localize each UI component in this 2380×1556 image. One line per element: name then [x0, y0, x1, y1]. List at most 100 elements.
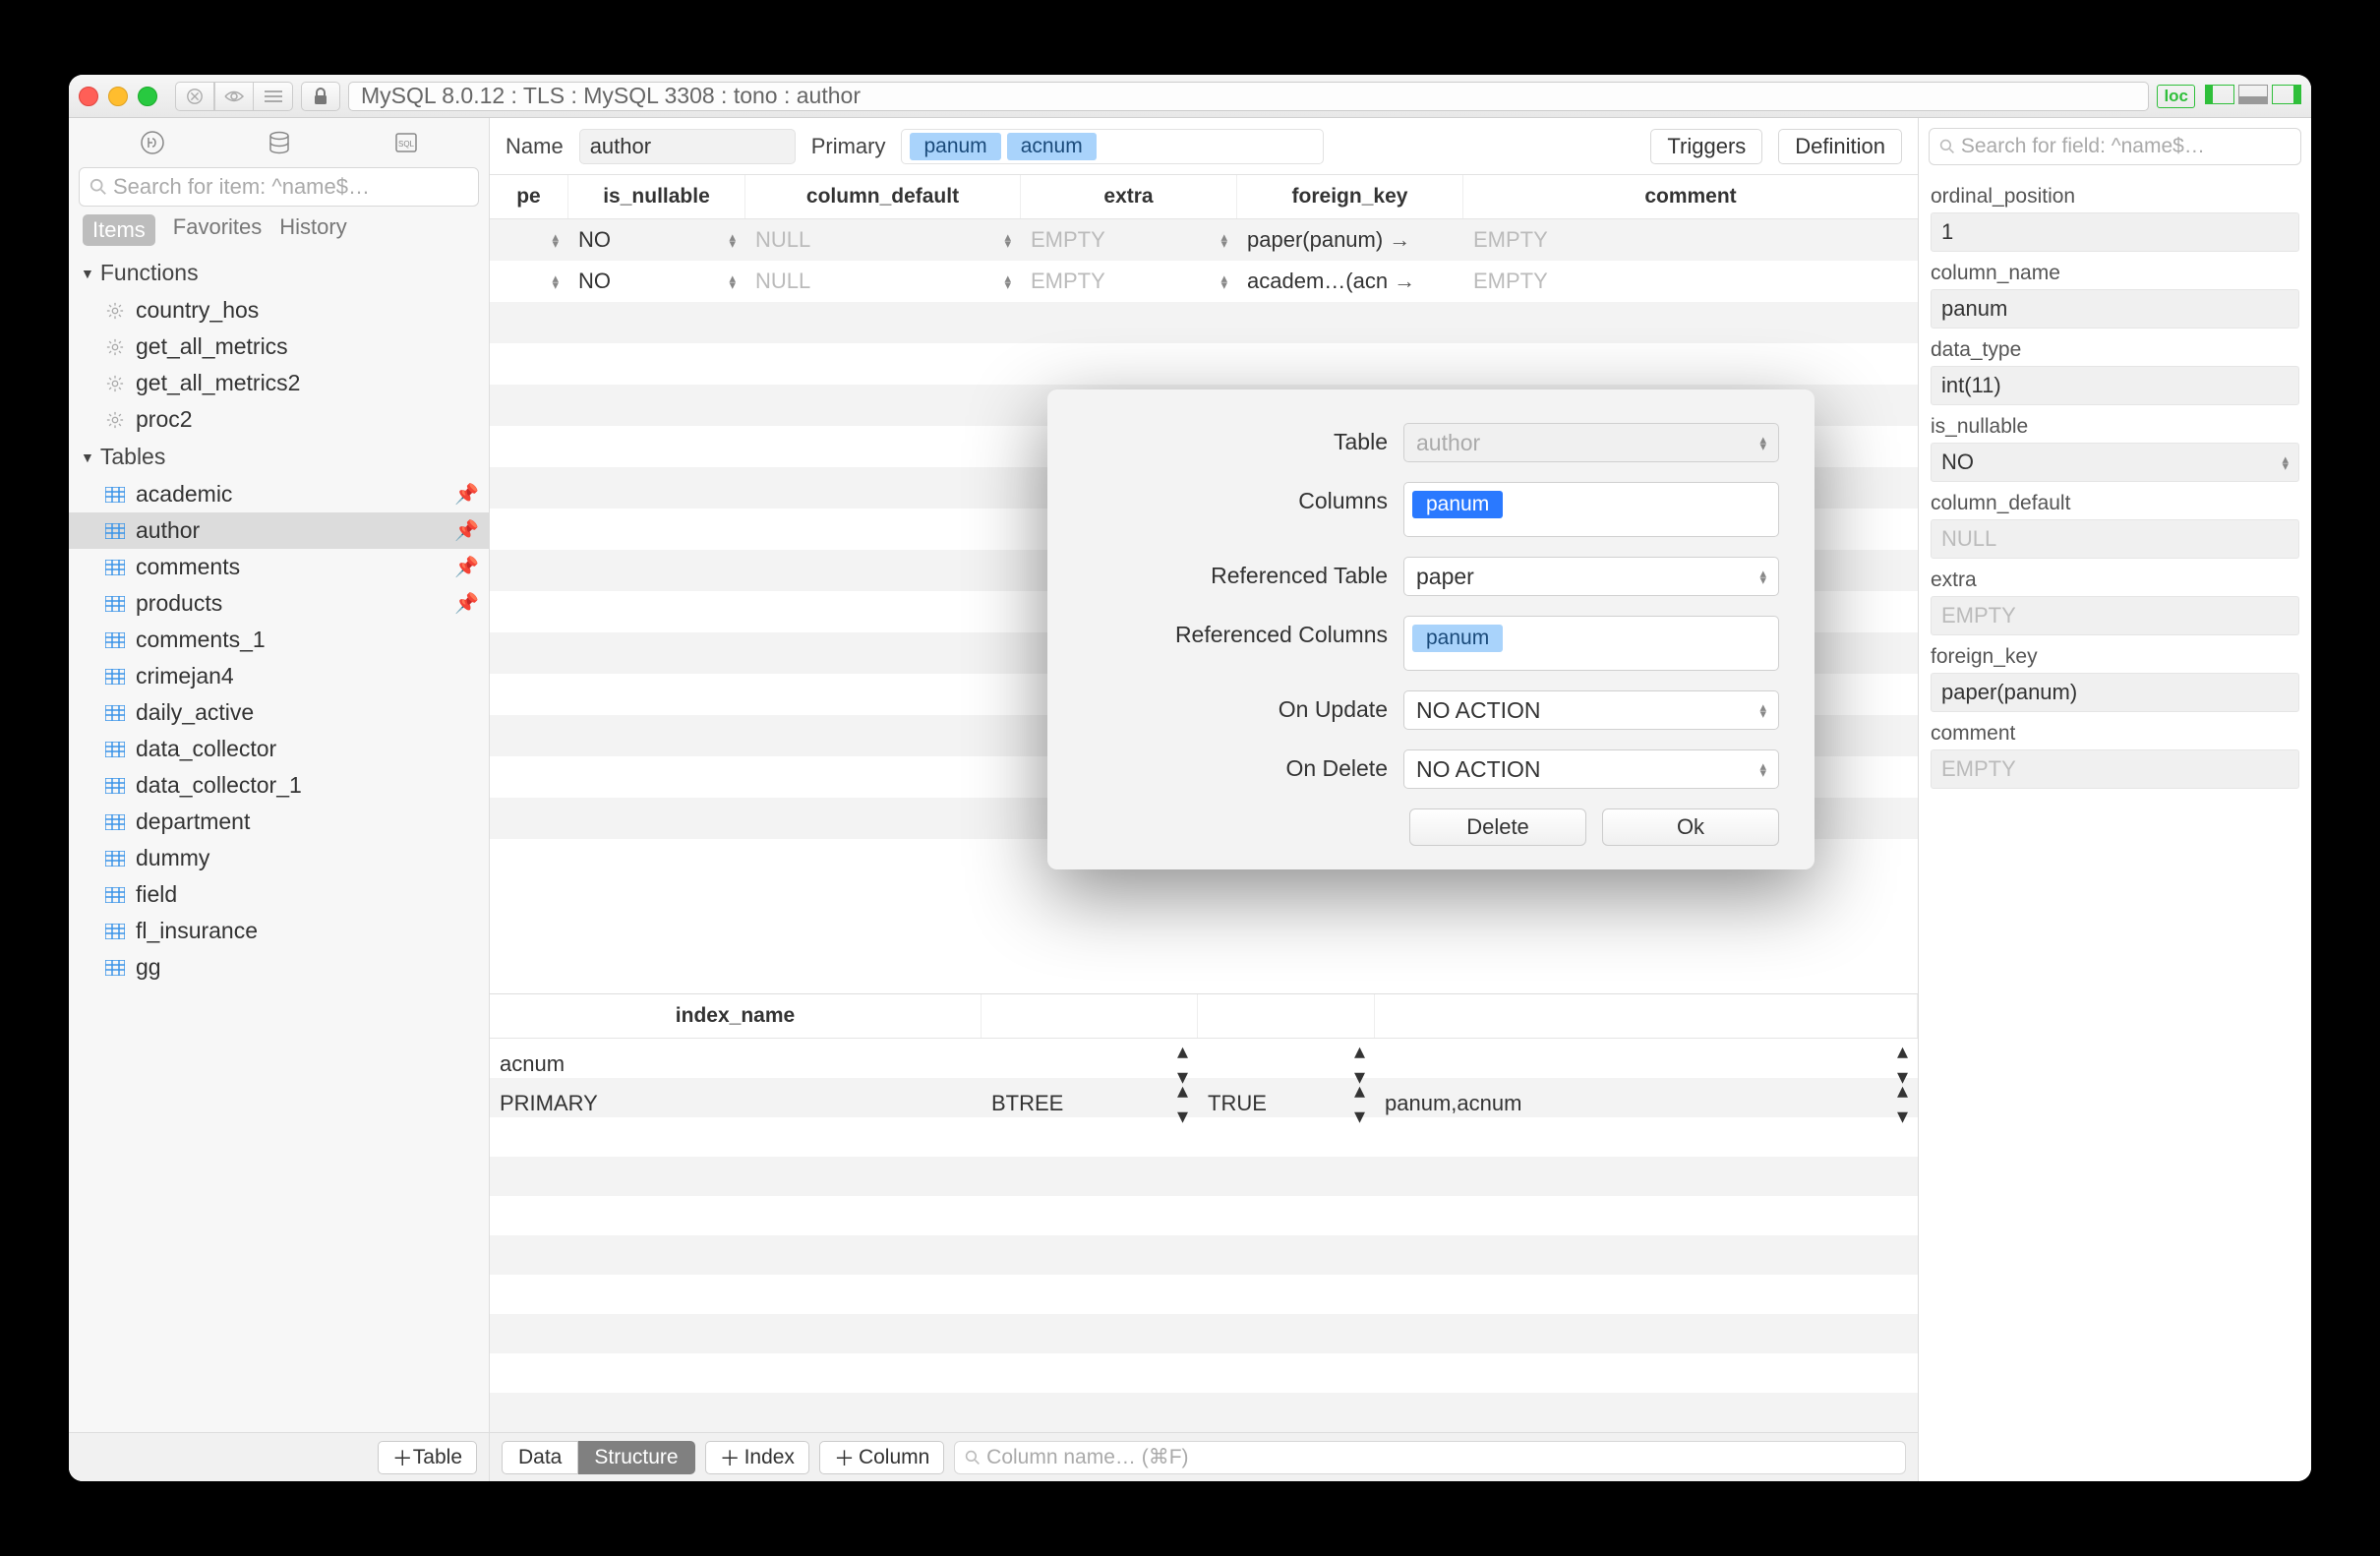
sidebar-item-table[interactable]: department [69, 804, 489, 840]
col-hdr-fk[interactable]: foreign_key [1237, 175, 1463, 218]
sql-icon[interactable]: SQL [389, 126, 423, 159]
sidebar-item-table[interactable]: data_collector [69, 731, 489, 767]
col-hdr-comment[interactable]: comment [1463, 175, 1918, 218]
pin-icon: 📌 [454, 482, 479, 507]
modal-delete-button[interactable]: Delete [1409, 808, 1586, 846]
modal-reftable-label: Referenced Table [1083, 557, 1388, 589]
add-table-label: Table [413, 1446, 462, 1469]
sidebar-item-table[interactable]: dummy [69, 840, 489, 876]
sidebar-item-function[interactable]: get_all_metrics [69, 329, 489, 365]
prop-value[interactable]: panum [1931, 289, 2299, 329]
toolbar-stop-button[interactable] [175, 82, 214, 111]
primary-chip[interactable]: panum [910, 133, 1000, 160]
right-search[interactable]: Search for field: ^name$… [1929, 128, 2301, 165]
modal-onupdate-select[interactable]: NO ACTION▴▾ [1403, 690, 1779, 730]
modal-table-select[interactable]: author▴▾ [1403, 423, 1779, 462]
prop-value[interactable]: NO▴▾ [1931, 443, 2299, 482]
empty-row [490, 1157, 1918, 1196]
prop-value[interactable]: NULL [1931, 519, 2299, 559]
footer-search[interactable]: Column name… (⌘F) [954, 1441, 1906, 1474]
triggers-button[interactable]: Triggers [1650, 129, 1762, 164]
connection-icon[interactable] [136, 126, 169, 159]
column-row[interactable]: ▴▾NO▴▾NULL▴▾EMPTY▴▾paper(panum)→EMPTY [490, 219, 1918, 261]
add-column-label: Column [859, 1446, 929, 1469]
sidebar-item-function[interactable]: country_hos [69, 292, 489, 329]
database-icon[interactable] [263, 126, 296, 159]
sidebar-item-function[interactable]: proc2 [69, 401, 489, 438]
sidebar-item-table[interactable]: comments📌 [69, 549, 489, 585]
col-hdr-pe[interactable]: pe [490, 175, 568, 218]
modal-chip[interactable]: panum [1412, 491, 1503, 518]
tree-item-label: academic [136, 481, 232, 508]
index-row[interactable]: PRIMARYBTREE ▴▾TRUE ▴▾panum,acnum▴▾ [490, 1078, 1918, 1117]
column-row[interactable]: ▴▾NO▴▾NULL▴▾EMPTY▴▾academ…(acn→EMPTY [490, 261, 1918, 302]
sidebar-item-table[interactable]: gg [69, 949, 489, 986]
prop-value[interactable]: paper(panum) [1931, 673, 2299, 712]
modal-columns-chips[interactable]: panum [1403, 482, 1779, 537]
toolbar-lock-button[interactable] [301, 82, 340, 111]
pin-icon: 📌 [454, 555, 479, 579]
tree-section[interactable]: ▼Functions [69, 254, 489, 292]
breadcrumb-path[interactable]: MySQL 8.0.12 : TLS : MySQL 3308 : tono :… [348, 82, 2149, 111]
modal-refcols-chips[interactable]: panum [1403, 616, 1779, 671]
zoom-window[interactable] [138, 87, 157, 106]
col-hdr-extra[interactable]: extra [1021, 175, 1237, 218]
sidebar-item-table[interactable]: fl_insurance [69, 913, 489, 949]
sidebar-item-table[interactable]: products📌 [69, 585, 489, 622]
definition-button[interactable]: Definition [1778, 129, 1902, 164]
toggle-right-panel[interactable] [2272, 85, 2301, 104]
prop-value[interactable]: EMPTY [1931, 596, 2299, 635]
sidebar-tab-history[interactable]: History [279, 214, 346, 246]
primary-key-chips[interactable]: panum acnum [901, 129, 1324, 164]
index-row[interactable]: acnum ▴▾ ▴▾▴▾ [490, 1039, 1918, 1078]
sidebar-item-table[interactable]: daily_active [69, 694, 489, 731]
add-column-button[interactable]: ＋ Column [819, 1441, 944, 1474]
table-icon [104, 739, 126, 760]
sidebar-item-table[interactable]: comments_1 [69, 622, 489, 658]
prop-value[interactable]: int(11) [1931, 366, 2299, 405]
tab-data[interactable]: Data [502, 1441, 578, 1474]
modal-ondelete-select[interactable]: NO ACTION▴▾ [1403, 749, 1779, 789]
idx-hdr-name[interactable]: index_name [490, 994, 982, 1038]
table-icon [104, 811, 126, 833]
modal-ok-button[interactable]: Ok [1602, 808, 1779, 846]
add-index-button[interactable]: ＋ Index [705, 1441, 809, 1474]
table-icon [104, 629, 126, 651]
sidebar-tab-favorites[interactable]: Favorites [173, 214, 262, 246]
primary-chip[interactable]: acnum [1007, 133, 1097, 160]
toggle-left-panel[interactable] [2205, 85, 2234, 104]
toolbar-preview-button[interactable] [214, 82, 254, 111]
empty-row [490, 1275, 1918, 1314]
tree-section[interactable]: ▼Tables [69, 438, 489, 476]
idx-hdr-unique[interactable] [1198, 994, 1375, 1038]
sidebar-item-table[interactable]: data_collector_1 [69, 767, 489, 804]
prop-value[interactable]: EMPTY [1931, 749, 2299, 789]
sidebar-item-table[interactable]: academic 📌 [69, 476, 489, 512]
sidebar-item-table[interactable]: field [69, 876, 489, 913]
idx-hdr-cols[interactable] [1375, 994, 1918, 1038]
col-hdr-nullable[interactable]: is_nullable [568, 175, 745, 218]
tab-structure[interactable]: Structure [578, 1441, 694, 1474]
minimize-window[interactable] [108, 87, 128, 106]
toggle-bottom-panel[interactable] [2238, 85, 2268, 104]
tree-item-label: gg [136, 954, 161, 981]
tree-item-label: department [136, 808, 250, 835]
sidebar-tab-items[interactable]: Items [83, 214, 155, 246]
prop-value[interactable]: 1 [1931, 212, 2299, 252]
col-hdr-default[interactable]: column_default [745, 175, 1021, 218]
modal-reftable-select[interactable]: paper▴▾ [1403, 557, 1779, 596]
idx-hdr-method[interactable] [982, 994, 1198, 1038]
table-icon [104, 884, 126, 906]
table-icon [104, 666, 126, 688]
add-table-button[interactable]: ＋ Table [378, 1441, 477, 1474]
table-name-input[interactable]: author [579, 129, 796, 164]
sidebar-item-table[interactable]: crimejan4 [69, 658, 489, 694]
prop-label: comment [1931, 712, 2299, 746]
sidebar-item-function[interactable]: get_all_metrics2 [69, 365, 489, 401]
sidebar-item-table[interactable]: author📌 [69, 512, 489, 549]
modal-chip[interactable]: panum [1412, 625, 1503, 652]
sidebar-search[interactable]: Search for item: ^name$… [79, 167, 479, 207]
close-window[interactable] [79, 87, 98, 106]
breadcrumb-text: MySQL 8.0.12 : TLS : MySQL 3308 : tono :… [361, 83, 861, 109]
toolbar-list-button[interactable] [254, 82, 293, 111]
